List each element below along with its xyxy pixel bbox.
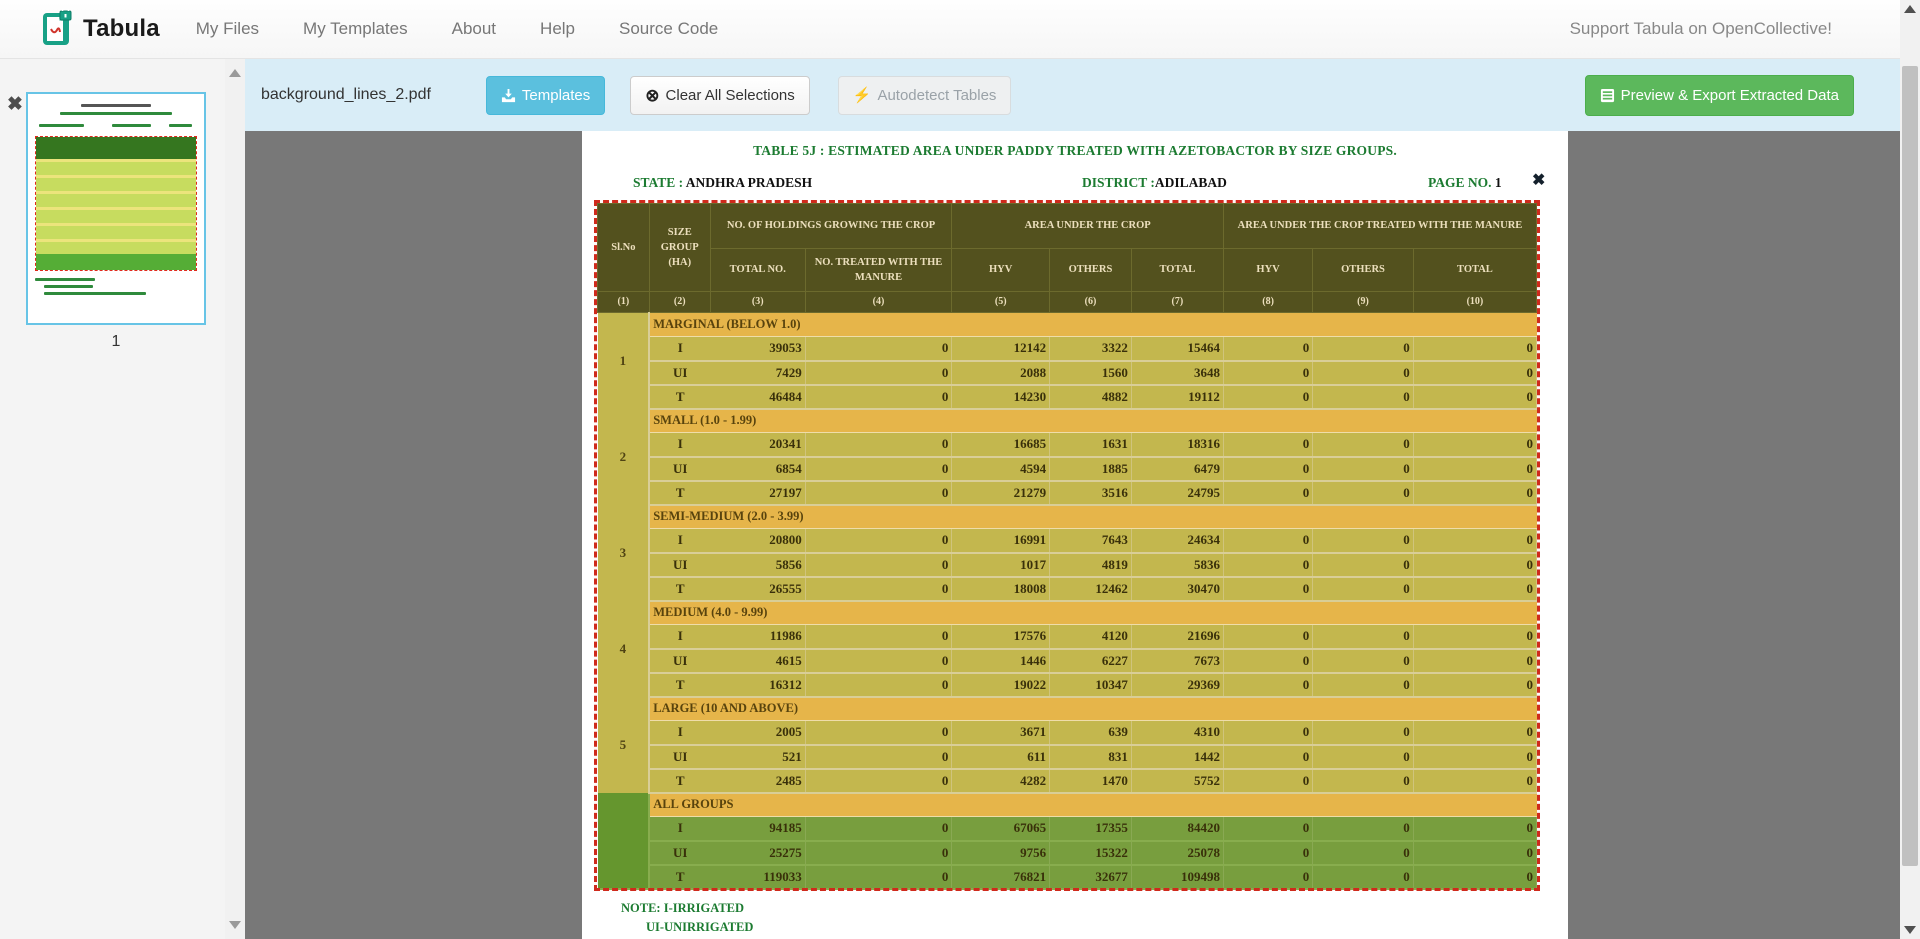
export-button-label: Preview & Export Extracted Data [1621,85,1839,106]
tabula-app: Tabula My Files My Templates About Help … [0,0,1920,939]
templates-button[interactable]: Templates [486,76,605,115]
save-template-icon [501,88,516,103]
scroll-up-icon[interactable] [1904,5,1916,13]
state-value: ANDHRA PRADESH [686,175,812,190]
support-link[interactable]: Support Tabula on OpenCollective! [1570,0,1832,58]
document-meta-row: STATE : ANDHRA PRADESH DISTRICT :ADILABA… [582,175,1568,193]
sidebar-scroll-up-icon[interactable] [229,69,241,77]
clear-button-label: Clear All Selections [666,85,795,106]
main-area: background_lines_2.pdf Templates ⊗ Clear… [245,59,1920,939]
nav-item-about[interactable]: About [452,19,496,39]
document-note-2: UI-UNIRRIGATED [646,920,753,935]
page-thumbnail[interactable] [26,92,206,325]
brand-name: Tabula [83,15,160,43]
clear-selections-icon: ⊗ [645,87,659,104]
brand[interactable]: Tabula [43,9,160,50]
autodetect-tables-button[interactable]: ⚡ Autodetect Tables [838,76,1012,115]
document-title: TABLE 5J : ESTIMATED AREA UNDER PADDY TR… [582,143,1568,159]
page-scrollbar[interactable] [1900,0,1920,939]
templates-button-label: Templates [522,85,590,106]
nav-item-my-files[interactable]: My Files [196,19,259,39]
sidebar-scrollbar[interactable] [225,59,245,939]
nav-item-help[interactable]: Help [540,19,575,39]
district-label: DISTRICT : [1082,175,1155,190]
preview-export-button[interactable]: Preview & Export Extracted Data [1585,75,1854,116]
page-sidebar: ✖ 1 [0,59,225,939]
nav-item-source-code[interactable]: Source Code [619,19,718,39]
lightning-icon: ⚡ [853,88,872,103]
scrollbar-thumb[interactable] [1902,66,1918,866]
page-no-label: PAGE NO. [1428,175,1492,190]
sidebar-scroll-down-icon[interactable] [229,921,241,929]
tabula-logo-icon [43,9,73,50]
district-field: DISTRICT :ADILABAD [1082,175,1227,191]
thumbnail-selection-box [35,136,197,271]
nav-item-my-templates[interactable]: My Templates [303,19,408,39]
page-no-field: PAGE NO. 1 [1428,175,1502,191]
district-value: ADILABAD [1155,175,1227,190]
scroll-down-icon[interactable] [1904,926,1916,934]
state-field: STATE : ANDHRA PRADESH [633,175,812,191]
clear-all-selections-button[interactable]: ⊗ Clear All Selections [630,76,809,115]
document-note-1: NOTE: I-IRRIGATED [621,901,744,916]
thumbnail-page-number: 1 [26,333,206,351]
table-selection-box[interactable] [594,200,1540,891]
navbar: Tabula My Files My Templates About Help … [0,0,1920,59]
toolbar: background_lines_2.pdf Templates ⊗ Clear… [245,59,1920,131]
autodetect-button-label: Autodetect Tables [877,85,996,106]
page-no-value: 1 [1495,175,1502,190]
pdf-page[interactable]: TABLE 5J : ESTIMATED AREA UNDER PADDY TR… [582,131,1568,939]
selection-close-icon[interactable]: ✖ [1532,173,1545,189]
pdf-viewport: TABLE 5J : ESTIMATED AREA UNDER PADDY TR… [245,131,1920,939]
remove-file-icon[interactable]: ✖ [7,95,23,114]
nav-menu: My Files My Templates About Help Source … [196,19,762,39]
thumbnail-page-preview [28,94,204,323]
open-file-name: background_lines_2.pdf [261,86,431,104]
export-table-icon [1600,88,1615,103]
state-label: STATE : [633,175,683,190]
